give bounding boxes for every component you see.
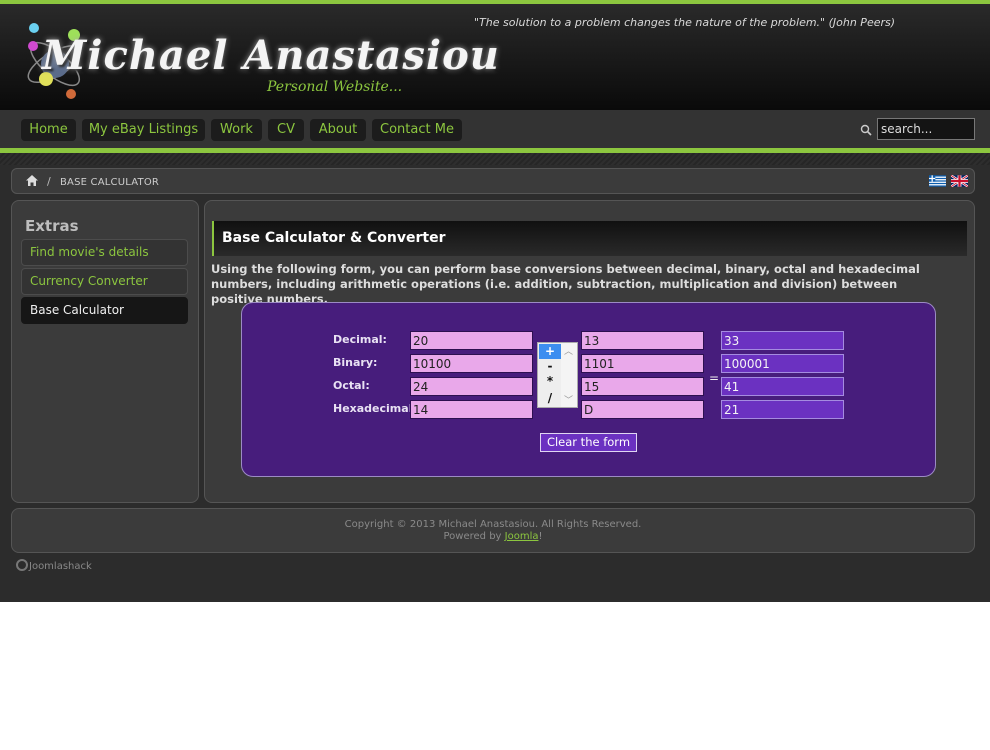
page: Michael Anastasiou Personal Website... "… — [0, 0, 990, 602]
joomlashack-icon — [16, 559, 28, 571]
breadcrumb-separator: / — [47, 175, 51, 188]
decimal-operand1-input[interactable] — [410, 331, 533, 350]
powered-by: Powered by Joomla! — [12, 531, 974, 543]
page-title: Base Calculator & Converter — [222, 230, 446, 246]
decimal-operand2-input[interactable] — [581, 331, 704, 350]
binary-label: Binary: — [333, 356, 378, 369]
footer: Copyright © 2013 Michael Anastasiou. All… — [11, 508, 975, 553]
sidebar-item-base-calculator[interactable]: Base Calculator — [21, 297, 188, 324]
copyright-text: Copyright © 2013 Michael Anastasiou. All… — [344, 519, 642, 530]
sidebar-item-movie-details[interactable]: Find movie's details — [21, 239, 188, 266]
nav-item-ebay-listings[interactable]: My eBay Listings — [82, 119, 205, 141]
binary-operand1-input[interactable] — [410, 354, 533, 373]
breadcrumb-current: BASE CALCULATOR — [60, 177, 160, 188]
hexadecimal-operand2-input[interactable] — [581, 400, 704, 419]
operator-multiply[interactable]: * — [539, 374, 561, 389]
breadcrumb: / BASE CALCULATOR — [11, 168, 975, 194]
binary-operand2-input[interactable] — [581, 354, 704, 373]
joomlashack-badge[interactable]: Joomlashack — [16, 559, 92, 572]
main-navigation: Home My eBay Listings Work CV About Cont… — [0, 110, 990, 148]
joomlashack-label: Joomlashack — [29, 561, 92, 572]
site-subtitle: Personal Website... — [267, 79, 403, 95]
powered-by-prefix: Powered by — [443, 531, 505, 542]
octal-result-field[interactable] — [721, 377, 844, 396]
hexadecimal-result-field[interactable] — [721, 400, 844, 419]
operator-subtract[interactable]: - — [539, 359, 561, 374]
main-content: Base Calculator & Converter Using the fo… — [204, 200, 975, 503]
nav-item-cv[interactable]: CV — [268, 119, 304, 141]
operator-scrollbar[interactable]: ︿ ﹀ — [561, 343, 577, 407]
calculator-panel: Decimal: Binary: Octal: Hexadecimal: + -… — [241, 302, 936, 477]
page-title-bar: Base Calculator & Converter — [212, 221, 967, 256]
header-quote: "The solution to a problem changes the n… — [474, 16, 896, 29]
sidebar-title: Extras — [25, 217, 79, 235]
octal-label: Octal: — [333, 379, 370, 392]
greek-flag-icon[interactable] — [929, 175, 946, 187]
scroll-down-icon[interactable]: ﹀ — [564, 393, 573, 406]
operator-list[interactable]: + - * / ︿ ﹀ — [537, 342, 578, 408]
sidebar-item-currency-converter[interactable]: Currency Converter — [21, 268, 188, 295]
octal-operand1-input[interactable] — [410, 377, 533, 396]
operator-add[interactable]: + — [539, 344, 561, 359]
scroll-up-icon[interactable]: ︿ — [564, 344, 573, 357]
nav-item-about[interactable]: About — [310, 119, 366, 141]
nav-item-work[interactable]: Work — [211, 119, 262, 141]
search-icon — [860, 124, 872, 136]
uk-flag-icon[interactable] — [951, 175, 968, 187]
decorative-stripe — [0, 153, 990, 165]
sidebar: Extras Find movie's details Currency Con… — [11, 200, 199, 503]
operator-divide[interactable]: / — [539, 391, 561, 406]
joomla-link[interactable]: Joomla — [505, 531, 539, 542]
decimal-label: Decimal: — [333, 333, 387, 346]
header: Michael Anastasiou Personal Website... "… — [0, 4, 990, 110]
equals-sign: = — [709, 371, 720, 385]
binary-result-field[interactable] — [721, 354, 844, 373]
nav-item-contact[interactable]: Contact Me — [372, 119, 462, 141]
site-title[interactable]: Michael Anastasiou — [42, 32, 500, 79]
octal-operand2-input[interactable] — [581, 377, 704, 396]
home-icon[interactable] — [26, 175, 38, 186]
nav-item-home[interactable]: Home — [21, 119, 76, 141]
intro-text: Using the following form, you can perfor… — [211, 262, 920, 306]
search-input[interactable] — [877, 118, 975, 140]
hexadecimal-label: Hexadecimal: — [333, 402, 417, 415]
decimal-result-field[interactable] — [721, 331, 844, 350]
hexadecimal-operand1-input[interactable] — [410, 400, 533, 419]
clear-form-button[interactable]: Clear the form — [540, 433, 637, 452]
powered-by-suffix: ! — [538, 531, 543, 542]
